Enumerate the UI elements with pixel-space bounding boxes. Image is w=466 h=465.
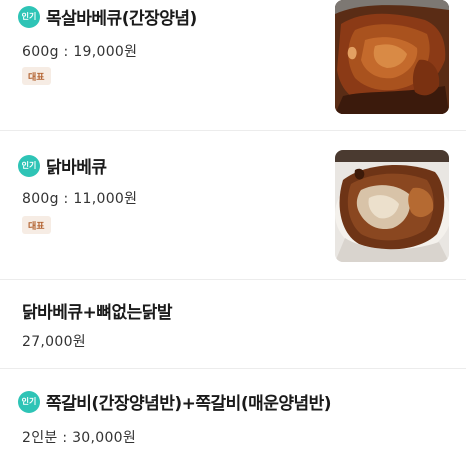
menu-item-title-row: 인기 목살바베큐(간장양념) — [18, 4, 197, 29]
menu-item[interactable]: 인기 목살바베큐(간장양념) 600g : 19,000원 대표 — [0, 0, 466, 131]
menu-item-name: 목살바베큐(간장양념) — [46, 9, 197, 29]
menu-item[interactable]: 인기 닭바베큐 800g : 11,000원 대표 — [0, 131, 466, 280]
menu-item-photo[interactable] — [335, 0, 449, 114]
menu-item-name: 닭바베큐+뼈없는닭발 — [22, 303, 173, 323]
popular-badge: 인기 — [18, 390, 40, 413]
representative-tag: 대표 — [22, 67, 51, 85]
menu-item[interactable]: 닭바베큐+뼈없는닭발 27,000원 — [0, 280, 466, 369]
menu-item-price: 800g : 11,000원 — [22, 191, 138, 207]
menu-item-photo[interactable] — [335, 150, 449, 262]
menu-list: 인기 목살바베큐(간장양념) 600g : 19,000원 대표 인기 닭바베큐 — [0, 0, 466, 465]
grilled-chicken-photo — [335, 150, 449, 262]
menu-item-name: 쪽갈비(간장양념반)+쪽갈비(매운양념반) — [46, 394, 332, 414]
grilled-pork-neck-photo — [335, 0, 449, 114]
menu-item-title-row: 인기 쪽갈비(간장양념반)+쪽갈비(매운양념반) — [18, 389, 332, 414]
menu-item-title-row: 인기 닭바베큐 — [18, 153, 107, 178]
menu-item-price: 27,000원 — [22, 334, 86, 350]
popular-badge: 인기 — [18, 5, 40, 28]
popular-badge: 인기 — [18, 154, 40, 177]
menu-item[interactable]: 인기 쪽갈비(간장양념반)+쪽갈비(매운양념반) 2인분 : 30,000원 — [0, 369, 466, 465]
representative-tag: 대표 — [22, 216, 51, 234]
menu-item-title-row: 닭바베큐+뼈없는닭발 — [22, 298, 173, 323]
menu-item-price: 2인분 : 30,000원 — [22, 430, 137, 446]
menu-item-price: 600g : 19,000원 — [22, 44, 138, 60]
menu-item-name: 닭바베큐 — [46, 158, 107, 178]
